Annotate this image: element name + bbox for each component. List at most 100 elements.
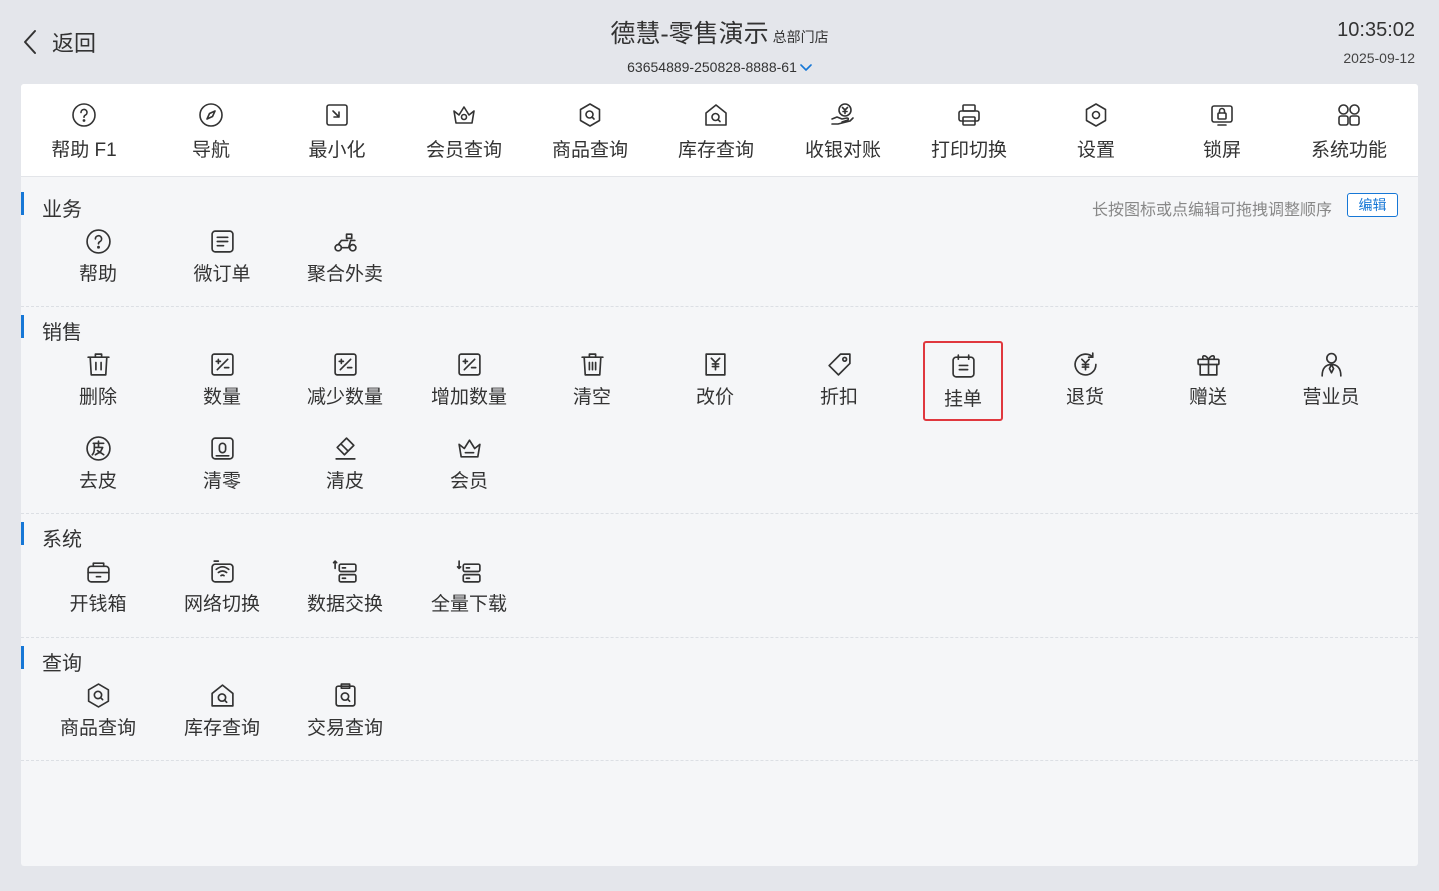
func-data-exchange[interactable]: 数据交换 (290, 556, 400, 636)
cash-reconcile-icon (831, 103, 854, 125)
section-marker (21, 315, 24, 338)
section-business: 业务 长按图标或点编辑可拖拽调整顺序 编辑 帮助 微订单 聚合外卖 (21, 177, 1418, 307)
section-marker (21, 192, 24, 215)
printer-icon (958, 104, 980, 126)
func-quantity[interactable]: 数量 (167, 349, 277, 429)
func-label: 数据交换 (306, 594, 383, 615)
func-hold-order[interactable]: 挂单 (923, 341, 1003, 421)
func-label: 商品查询 (59, 718, 136, 739)
eraser-icon (334, 436, 356, 460)
toolbar-item-label: 收银对账 (804, 140, 881, 161)
func-clear-tare[interactable]: 清皮 (290, 433, 400, 513)
func-label: 折扣 (819, 387, 858, 408)
toolbar-minimize[interactable]: 最小化 (274, 84, 400, 177)
toolbar-item-label: 库存查询 (677, 140, 754, 161)
device-selector[interactable]: 63654889-250828-8888-61 (627, 59, 812, 75)
data-exchange-icon (332, 559, 357, 583)
section-system: 系统 开钱箱 网络切换 数据交换 全量下载 (21, 514, 1418, 638)
section-sales: 销售 删除 数量 减少数量 增加数量 清空 改价 折扣 挂单 退货 赠送 营业员… (21, 307, 1418, 514)
toolbar-item-label: 商品查询 (551, 140, 628, 161)
hold-order-icon (951, 353, 975, 378)
toolbar-stock-query[interactable]: 库存查询 (653, 84, 779, 177)
func-label: 网络切换 (183, 594, 260, 615)
help-icon (85, 228, 111, 254)
func-zero[interactable]: 清零 (167, 433, 277, 513)
func-label: 帮助 (78, 264, 117, 285)
clerk-icon (1320, 352, 1342, 377)
func-help[interactable]: 帮助 (43, 226, 153, 306)
clear-trash-icon (580, 352, 604, 376)
section-title: 业务 (42, 199, 82, 221)
func-label: 全量下载 (430, 594, 507, 615)
func-label: 清零 (202, 471, 241, 492)
func-micro-order[interactable]: 微订单 (167, 226, 277, 306)
toolbar-navigation[interactable]: 导航 (148, 84, 274, 177)
func-label: 会员 (449, 471, 488, 492)
func-clerk[interactable]: 营业员 (1276, 349, 1386, 429)
func-discount[interactable]: 折扣 (784, 349, 894, 429)
func-tare[interactable]: 去皮 (43, 433, 153, 513)
clock-time: 10:35:02 (1337, 19, 1415, 41)
device-id: 63654889-250828-8888-61 (627, 59, 797, 75)
func-clear[interactable]: 清空 (537, 349, 647, 429)
func-change-price[interactable]: 改价 (660, 349, 770, 429)
func-return[interactable]: 退货 (1030, 349, 1140, 429)
toolbar-settings[interactable]: 设置 (1033, 84, 1159, 177)
toolbar-member-query[interactable]: 会员查询 (401, 84, 527, 177)
store-tag: 总部门店 (772, 29, 829, 45)
func-label: 去皮 (78, 471, 117, 492)
toolbar-system-functions[interactable]: 系统功能 (1286, 84, 1412, 177)
func-label: 清空 (572, 387, 611, 408)
toolbar: 帮助 F1 导航 最小化 会员查询 商品查询 库存查询 收银对账 打印切换 设置… (21, 84, 1418, 177)
func-label: 删除 (78, 387, 117, 408)
func-label: 聚合外卖 (306, 264, 383, 285)
func-member[interactable]: 会员 (414, 433, 524, 513)
toolbar-product-query[interactable]: 商品查询 (527, 84, 653, 177)
func-delete[interactable]: 删除 (43, 349, 153, 429)
edit-button[interactable]: 编辑 (1347, 193, 1398, 217)
return-goods-icon (1073, 351, 1097, 376)
func-delivery[interactable]: 聚合外卖 (290, 226, 400, 306)
toolbar-item-label: 锁屏 (1202, 140, 1241, 161)
section-query: 查询 商品查询 库存查询 交易查询 (21, 638, 1418, 761)
toolbar-item-label: 最小化 (308, 140, 366, 161)
func-network-switch[interactable]: 网络切换 (167, 556, 277, 636)
func-label: 营业员 (1302, 387, 1360, 408)
discount-tag-icon (827, 352, 851, 376)
toolbar-cash-reconcile[interactable]: 收银对账 (780, 84, 906, 177)
top-bar: 返回 德慧-零售演示 总部门店 63654889-250828-8888-61 1… (0, 0, 1439, 84)
section-title: 查询 (42, 653, 82, 675)
toolbar-lock-screen[interactable]: 锁屏 (1159, 84, 1285, 177)
func-full-download[interactable]: 全量下载 (414, 556, 524, 636)
reorder-hint: 长按图标或点编辑可拖拽调整顺序 (1091, 202, 1332, 219)
func-gift[interactable]: 赠送 (1153, 349, 1263, 429)
toolbar-item-label: 系统功能 (1310, 140, 1387, 161)
func-product-query[interactable]: 商品查询 (43, 680, 153, 760)
func-label: 退货 (1065, 387, 1104, 408)
stock-search-icon (705, 104, 727, 126)
crown-icon (457, 438, 481, 458)
func-label: 清皮 (325, 471, 364, 492)
func-label: 挂单 (943, 389, 982, 410)
func-increase-quantity[interactable]: 增加数量 (414, 349, 524, 429)
full-download-icon (456, 559, 481, 583)
crown-search-icon (453, 106, 475, 124)
help-icon (72, 103, 96, 127)
clock-date: 2025-09-12 (1343, 50, 1415, 66)
lock-screen-icon (1211, 105, 1233, 126)
func-label: 赠送 (1188, 387, 1227, 408)
func-transaction-query[interactable]: 交易查询 (290, 680, 400, 760)
zero-scale-icon (210, 436, 234, 460)
section-title: 系统 (42, 529, 82, 551)
func-stock-query[interactable]: 库存查询 (167, 680, 277, 760)
toolbar-help[interactable]: 帮助 F1 (21, 84, 147, 177)
func-label: 开钱箱 (69, 594, 127, 615)
tare-icon (85, 435, 111, 461)
func-label: 减少数量 (306, 387, 383, 408)
func-label: 增加数量 (430, 387, 507, 408)
product-search-icon (579, 103, 601, 127)
toolbar-print-switch[interactable]: 打印切换 (906, 84, 1032, 177)
func-open-cash-drawer[interactable]: 开钱箱 (43, 556, 153, 636)
increase-quantity-icon (457, 352, 481, 376)
func-decrease-quantity[interactable]: 减少数量 (290, 349, 400, 429)
